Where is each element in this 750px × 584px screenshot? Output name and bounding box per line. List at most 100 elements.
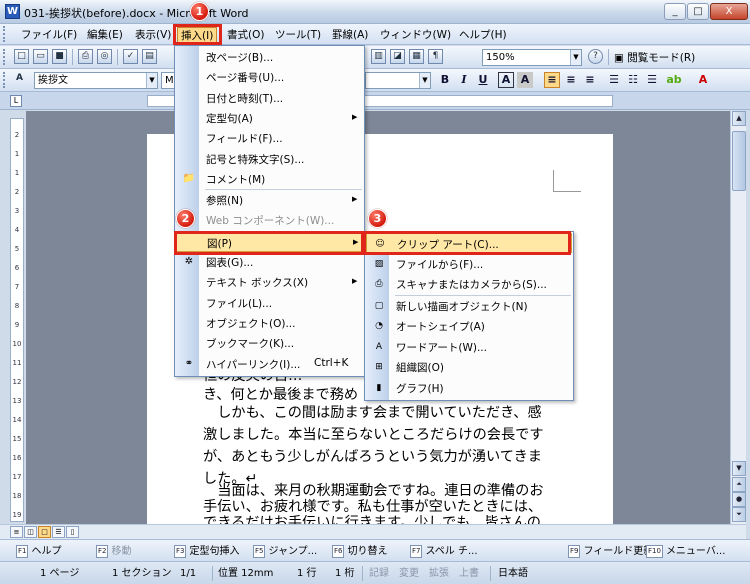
normal-view-icon[interactable]: ≡ bbox=[10, 526, 23, 538]
print-preview-icon[interactable]: ◎ bbox=[97, 49, 112, 64]
reading-layout-icon[interactable]: ▯ bbox=[66, 526, 79, 538]
menubar-grip[interactable] bbox=[3, 26, 6, 42]
toolbar-grip[interactable] bbox=[3, 72, 6, 88]
bullets-icon[interactable]: ☰ bbox=[644, 72, 660, 88]
fkey-menubar[interactable]: F10 メニューバ... bbox=[646, 544, 725, 559]
underline-button[interactable]: U bbox=[475, 72, 491, 88]
spelling-icon[interactable]: ✓ bbox=[123, 49, 138, 64]
insert-menu-item[interactable]: 改ページ(B)... bbox=[176, 47, 364, 67]
status-extend[interactable]: 拡張 bbox=[429, 566, 449, 581]
numbering-icon[interactable]: ☷ bbox=[625, 72, 641, 88]
picture-submenu-item[interactable]: ▢ 新しい描画オブジェクト(N) bbox=[366, 296, 572, 316]
maximize-button[interactable]: □ bbox=[687, 3, 709, 20]
tab-selector[interactable]: L bbox=[10, 95, 22, 107]
menu-table[interactable]: 罫線(A) bbox=[329, 27, 371, 43]
print-layout-icon[interactable]: □ bbox=[38, 526, 51, 538]
menu-view[interactable]: 表示(V) bbox=[132, 27, 174, 43]
chevron-down-icon[interactable]: ▼ bbox=[419, 73, 430, 88]
scroll-up-icon[interactable]: ▲ bbox=[732, 111, 746, 126]
web-layout-icon[interactable]: ◫ bbox=[24, 526, 37, 538]
research-icon[interactable]: ▤ bbox=[142, 49, 157, 64]
new-document-icon[interactable]: □ bbox=[14, 49, 29, 64]
insert-menu-item[interactable]: フィールド(F)... bbox=[176, 128, 364, 148]
document-line[interactable]: できるだけお手伝いに行きます。少しでも、皆さんの bbox=[203, 514, 541, 524]
previous-page-icon[interactable]: ⏶ bbox=[732, 477, 746, 492]
picture-submenu-item[interactable]: A ワードアート(W)... bbox=[366, 337, 572, 357]
zoom-combo[interactable]: 150% ▼ bbox=[482, 49, 582, 66]
menu-help[interactable]: ヘルプ(H) bbox=[456, 27, 510, 43]
fkey-jump[interactable]: F5 ジャンプ... bbox=[253, 544, 317, 559]
insert-menu-item[interactable]: ✲ 図表(G)... bbox=[176, 252, 364, 272]
close-button[interactable]: X bbox=[710, 3, 748, 20]
minimize-button[interactable]: _ bbox=[664, 3, 686, 20]
scroll-down-icon[interactable]: ▼ bbox=[732, 461, 746, 476]
fkey-insert-autotext[interactable]: F3 定型句挿入 bbox=[174, 544, 239, 559]
picture-submenu-item[interactable]: ▮ グラフ(H) bbox=[366, 378, 572, 398]
document-line[interactable]: しかも、この間は励ます会まで開いていただき、感 bbox=[203, 402, 541, 424]
insert-menu-item[interactable]: ⚭ ハイパーリンク(I)... Ctrl+K bbox=[176, 354, 364, 374]
menu-tools[interactable]: ツール(T) bbox=[272, 27, 324, 43]
insert-menu-item[interactable]: 参照(N) ▶ bbox=[176, 190, 364, 210]
menu-window[interactable]: ウィンドウ(W) bbox=[377, 27, 454, 43]
chevron-down-icon[interactable]: ▼ bbox=[570, 50, 581, 65]
insert-menu-item[interactable]: テキスト ボックス(X) ▶ bbox=[176, 272, 364, 292]
style-combo[interactable]: 挨拶文 ▼ bbox=[34, 72, 158, 89]
styles-pane-icon[interactable]: A bbox=[12, 72, 27, 87]
insert-menu-item[interactable]: 記号と特殊文字(S)... bbox=[176, 149, 364, 169]
fkey-update-field[interactable]: F9 フィールド更新 bbox=[568, 544, 653, 559]
insert-menu-item[interactable]: ファイル(L)... bbox=[176, 293, 364, 313]
browse-object-icon[interactable]: ● bbox=[732, 492, 746, 507]
status-overtype[interactable]: 上書 bbox=[459, 566, 479, 581]
chevron-down-icon[interactable]: ▼ bbox=[146, 73, 157, 88]
document-line[interactable]: 激しました。本当に至らないところだらけの会長です bbox=[203, 424, 544, 446]
font-color-icon[interactable]: A bbox=[695, 72, 711, 88]
insert-menu-item[interactable]: 日付と時刻(T)... bbox=[176, 88, 364, 108]
help-icon[interactable]: ? bbox=[588, 49, 603, 64]
vertical-scrollbar[interactable]: ▲ ▼ ⏶ ● ⏷ bbox=[730, 111, 746, 524]
insert-menu-item[interactable]: オブジェクト(O)... bbox=[176, 313, 364, 333]
insert-menu-item[interactable]: ブックマーク(K)... bbox=[176, 333, 364, 353]
print-icon[interactable]: ⎙ bbox=[78, 49, 93, 64]
status-track-changes[interactable]: 変更 bbox=[399, 566, 419, 581]
word-app-icon[interactable]: W bbox=[5, 4, 20, 19]
line-spacing-icon[interactable]: ☰ bbox=[606, 72, 622, 88]
align-right-icon[interactable]: ≡ bbox=[582, 72, 598, 88]
document-map-icon[interactable]: ▦ bbox=[409, 49, 424, 64]
document-line[interactable]: が、あともう少しがんばろうという気力が湧いてきま bbox=[203, 446, 542, 468]
status-record[interactable]: 記録 bbox=[369, 566, 389, 581]
font-combo[interactable]: M bbox=[161, 72, 175, 89]
picture-submenu-item[interactable]: ⊞ 組織図(O) bbox=[366, 357, 572, 377]
highlight-icon[interactable]: ab bbox=[666, 72, 682, 88]
character-shading-icon[interactable]: A bbox=[517, 72, 533, 88]
picture-submenu-item[interactable]: ▨ ファイルから(F)... bbox=[366, 254, 572, 274]
menu-file[interactable]: ファイル(F) bbox=[18, 27, 80, 43]
font-size-combo[interactable]: ▼ bbox=[365, 72, 431, 89]
menu-edit[interactable]: 編集(E) bbox=[84, 27, 126, 43]
reading-mode-button[interactable]: ▣ 閲覧モード(R) bbox=[614, 50, 695, 65]
bold-button[interactable]: B bbox=[437, 72, 453, 88]
fkey-spelling[interactable]: F7 スペル チ... bbox=[410, 544, 478, 559]
insert-menu-item[interactable]: ページ番号(U)... bbox=[176, 67, 364, 87]
horizontal-scrollbar[interactable]: ≡ ◫ □ ☰ ▯ bbox=[0, 524, 746, 539]
italic-button[interactable]: I bbox=[456, 72, 472, 88]
fkey-move[interactable]: F2 移動 bbox=[96, 544, 131, 559]
show-hide-icon[interactable]: ¶ bbox=[428, 49, 443, 64]
open-icon[interactable]: ▭ bbox=[33, 49, 48, 64]
toolbar-grip[interactable] bbox=[3, 49, 6, 65]
scroll-thumb[interactable] bbox=[732, 131, 746, 191]
drawing-icon[interactable]: ◪ bbox=[390, 49, 405, 64]
character-border-icon[interactable]: A bbox=[498, 72, 514, 88]
save-icon[interactable]: ■ bbox=[52, 49, 67, 64]
menu-format[interactable]: 書式(O) bbox=[224, 27, 267, 43]
fkey-help[interactable]: F1 ヘルプ bbox=[16, 544, 61, 559]
insert-menu-item[interactable]: 📁 コメント(M) bbox=[176, 169, 364, 189]
columns-icon[interactable]: ▥ bbox=[371, 49, 386, 64]
align-left-icon[interactable]: ≡ bbox=[544, 72, 560, 88]
fkey-switch[interactable]: F6 切り替え bbox=[332, 544, 387, 559]
align-center-icon[interactable]: ≡ bbox=[563, 72, 579, 88]
picture-submenu-item[interactable]: ⎙ スキャナまたはカメラから(S)... bbox=[366, 274, 572, 294]
insert-menu-item[interactable]: 定型句(A) ▶ bbox=[176, 108, 364, 128]
outline-view-icon[interactable]: ☰ bbox=[52, 526, 65, 538]
next-page-icon[interactable]: ⏷ bbox=[732, 507, 746, 522]
picture-submenu-item[interactable]: ◔ オートシェイプ(A) bbox=[366, 316, 572, 336]
